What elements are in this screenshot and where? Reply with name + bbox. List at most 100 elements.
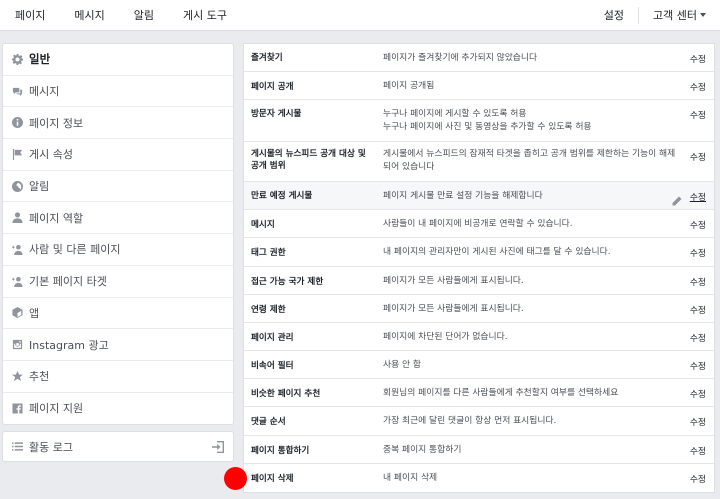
chevron-down-icon — [700, 13, 706, 17]
sidebar-item-label: 기본 페이지 타겟 — [29, 275, 107, 289]
sidebar-item-label: 페이지 역할 — [29, 211, 84, 225]
setting-value: 회원님의 페이지를 다른 사람들에게 추천할지 여부를 선택하세요 — [383, 388, 619, 398]
tab-messages[interactable]: 메시지 — [59, 0, 118, 31]
edit-link[interactable]: 수정 — [690, 444, 706, 457]
sidebar-item-page-info[interactable]: 페이지 정보 — [3, 107, 233, 140]
edit-link[interactable]: 수정 — [690, 150, 706, 163]
tab-notifications[interactable]: 알림 — [119, 0, 168, 31]
setting-value: 사용 안 함 — [383, 360, 421, 370]
edit-link[interactable]: 수정 — [690, 331, 706, 344]
red-marker-dot — [224, 467, 247, 490]
person-icon — [11, 212, 23, 224]
tab-publishing-tools[interactable]: 게시 도구 — [168, 0, 241, 31]
sidebar-item-label: 메시지 — [29, 85, 60, 99]
setting-value: 페이지에 차단된 단어가 없습니다. — [383, 332, 508, 342]
edit-link[interactable]: 수정 — [690, 218, 706, 231]
setting-name: 비슷한 페이지 추천 — [251, 389, 321, 399]
setting-value: 페이지 게시물 만료 설정 기능을 해제합니다 — [383, 191, 543, 201]
setting-name: 페이지 공개 — [251, 82, 294, 92]
edit-link[interactable]: 수정 — [690, 472, 706, 485]
help-center-dropdown[interactable]: 고객 센터 — [639, 0, 720, 31]
edit-link[interactable]: 수정 — [690, 415, 706, 428]
sidebar-item-general[interactable]: 일반 — [3, 44, 233, 76]
setting-row-news-feed-audience: 게시물의 뉴스피드 공개 대상 및 공개 범위 게시물에서 뉴스피드의 잠재적 … — [244, 142, 714, 182]
setting-name: 즐겨찾기 — [251, 53, 283, 63]
sidebar-item-post-attribution[interactable]: 게시 속성 — [3, 139, 233, 171]
setting-value: 사람들이 내 페이지에 비공개로 연락할 수 있습니다. — [383, 219, 573, 229]
setting-name: 방문자 게시물 — [251, 109, 302, 119]
gear-icon — [11, 53, 23, 65]
setting-row-visitor-posts: 방문자 게시물 누구나 페이지에 게시할 수 있도록 허용 누구나 페이지에 사진… — [244, 100, 714, 142]
instagram-icon — [11, 339, 23, 351]
setting-row-country-restrictions: 접근 가능 국가 제한 페이지가 모든 사람들에게 표시됩니다. 수정 — [244, 267, 714, 295]
cube-icon — [11, 307, 23, 319]
setting-name: 태그 권한 — [251, 248, 286, 258]
page-nav: 페이지 메시지 알림 게시 도구 — [0, 0, 241, 31]
activity-log-label: 활동 로그 — [29, 440, 73, 454]
pencil-icon — [672, 191, 682, 206]
setting-name: 만료 예정 게시물 — [251, 191, 313, 201]
setting-value: 내 페이지 삭제 — [383, 473, 438, 483]
edit-link[interactable]: 수정 — [690, 359, 706, 372]
sidebar-item-label: 게시 속성 — [29, 148, 73, 162]
setting-value: 페이지가 모든 사람들에게 표시됩니다. — [383, 304, 524, 314]
edit-link[interactable]: 수정 — [690, 108, 706, 121]
tab-page[interactable]: 페이지 — [0, 0, 59, 31]
sidebar-item-label: 일반 — [29, 52, 51, 67]
settings-link[interactable]: 설정 — [590, 0, 638, 31]
sidebar-item-apps[interactable]: 앱 — [3, 298, 233, 330]
sidebar-item-people-and-pages[interactable]: 사람 및 다른 페이지 — [3, 234, 233, 266]
sidebar-item-label: 페이지 지원 — [29, 402, 84, 416]
sidebar-item-label: 페이지 정보 — [29, 116, 84, 130]
globe-icon — [11, 180, 23, 192]
setting-row-merge-pages: 페이지 통합하기 중복 페이지 통합하기 수정 — [244, 436, 714, 464]
edit-link[interactable]: 수정 — [690, 303, 706, 316]
setting-name: 접근 가능 국가 제한 — [251, 277, 324, 287]
setting-value: 중복 페이지 통합하기 — [383, 445, 462, 455]
activity-log-link[interactable]: 활동 로그 — [2, 431, 234, 462]
setting-name: 연령 제한 — [251, 305, 286, 315]
sidebar-item-notifications[interactable]: 알림 — [3, 171, 233, 203]
setting-name: 페이지 관리 — [251, 333, 294, 343]
exit-icon — [212, 441, 224, 453]
setting-row-comment-ranking: 댓글 순서 가장 최근에 달린 댓글이 항상 먼저 표시됩니다. 수정 — [244, 407, 714, 436]
sidebar-item-featured[interactable]: 추천 — [3, 361, 233, 393]
setting-value: 페이지 공개됨 — [383, 81, 435, 91]
setting-row-remove-page: 페이지 삭제 내 페이지 삭제 수정 — [244, 464, 714, 492]
sidebar-item-instagram-ads[interactable]: Instagram 광고 — [3, 329, 233, 361]
setting-name: 비속어 필터 — [251, 361, 294, 371]
edit-link[interactable]: 수정 — [690, 387, 706, 400]
general-settings-table: 즐겨찾기 페이지가 즐겨찾기에 추가되지 않았습니다 수정 페이지 공개 페이지… — [243, 43, 715, 493]
setting-row-profanity-filter: 비속어 필터 사용 안 함 수정 — [244, 351, 714, 379]
setting-row-page-visibility: 페이지 공개 페이지 공개됨 수정 — [244, 72, 714, 100]
info-icon — [11, 117, 23, 129]
facebook-icon — [11, 402, 23, 414]
setting-value: 가장 최근에 달린 댓글이 항상 먼저 표시됩니다. — [383, 416, 557, 426]
sidebar-item-page-support[interactable]: 페이지 지원 — [3, 393, 233, 425]
top-bar: 페이지 메시지 알림 게시 도구 설정 고객 센터 — [0, 0, 720, 31]
setting-name: 메시지 — [251, 220, 275, 230]
setting-name: 페이지 삭제 — [251, 474, 294, 484]
setting-name: 게시물의 뉴스피드 공개 대상 및 공개 범위 — [251, 149, 366, 171]
setting-value: 내 페이지의 관리자만이 게시된 사진에 태그를 달 수 있습니다. — [383, 247, 611, 257]
sidebar-item-label: 앱 — [29, 306, 40, 320]
edit-link[interactable]: 수정 — [690, 246, 706, 259]
sidebar-item-preferred-audience[interactable]: 기본 페이지 타겟 — [3, 266, 233, 298]
person-plus-icon — [11, 275, 23, 287]
edit-link[interactable]: 수정 — [690, 275, 706, 288]
setting-row-tagging-ability: 태그 권한 내 페이지의 관리자만이 게시된 사진에 태그를 달 수 있습니다.… — [244, 238, 714, 267]
setting-value: 누구나 페이지에 게시할 수 있도록 허용 누구나 페이지에 사진 및 동영상을 … — [383, 109, 592, 132]
sidebar-item-messages[interactable]: 메시지 — [3, 76, 233, 108]
person-plus-icon — [11, 243, 23, 255]
setting-row-post-expiration: 만료 예정 게시물 페이지 게시물 만료 설정 기능을 해제합니다 수정 — [244, 182, 714, 210]
edit-link[interactable]: 수정 — [690, 80, 706, 93]
edit-link[interactable]: 수정 — [690, 190, 706, 203]
setting-row-page-moderation: 페이지 관리 페이지에 차단된 단어가 없습니다. 수정 — [244, 323, 714, 351]
sidebar-item-page-roles[interactable]: 페이지 역할 — [3, 202, 233, 235]
setting-row-messages: 메시지 사람들이 내 페이지에 비공개로 연락할 수 있습니다. 수정 — [244, 210, 714, 238]
star-icon — [11, 370, 23, 382]
edit-link[interactable]: 수정 — [690, 52, 706, 65]
setting-row-age-restrictions: 연령 제한 페이지가 모든 사람들에게 표시됩니다. 수정 — [244, 295, 714, 323]
sidebar-item-label: 추천 — [29, 370, 50, 384]
setting-value: 페이지가 즐겨찾기에 추가되지 않았습니다 — [383, 53, 538, 63]
